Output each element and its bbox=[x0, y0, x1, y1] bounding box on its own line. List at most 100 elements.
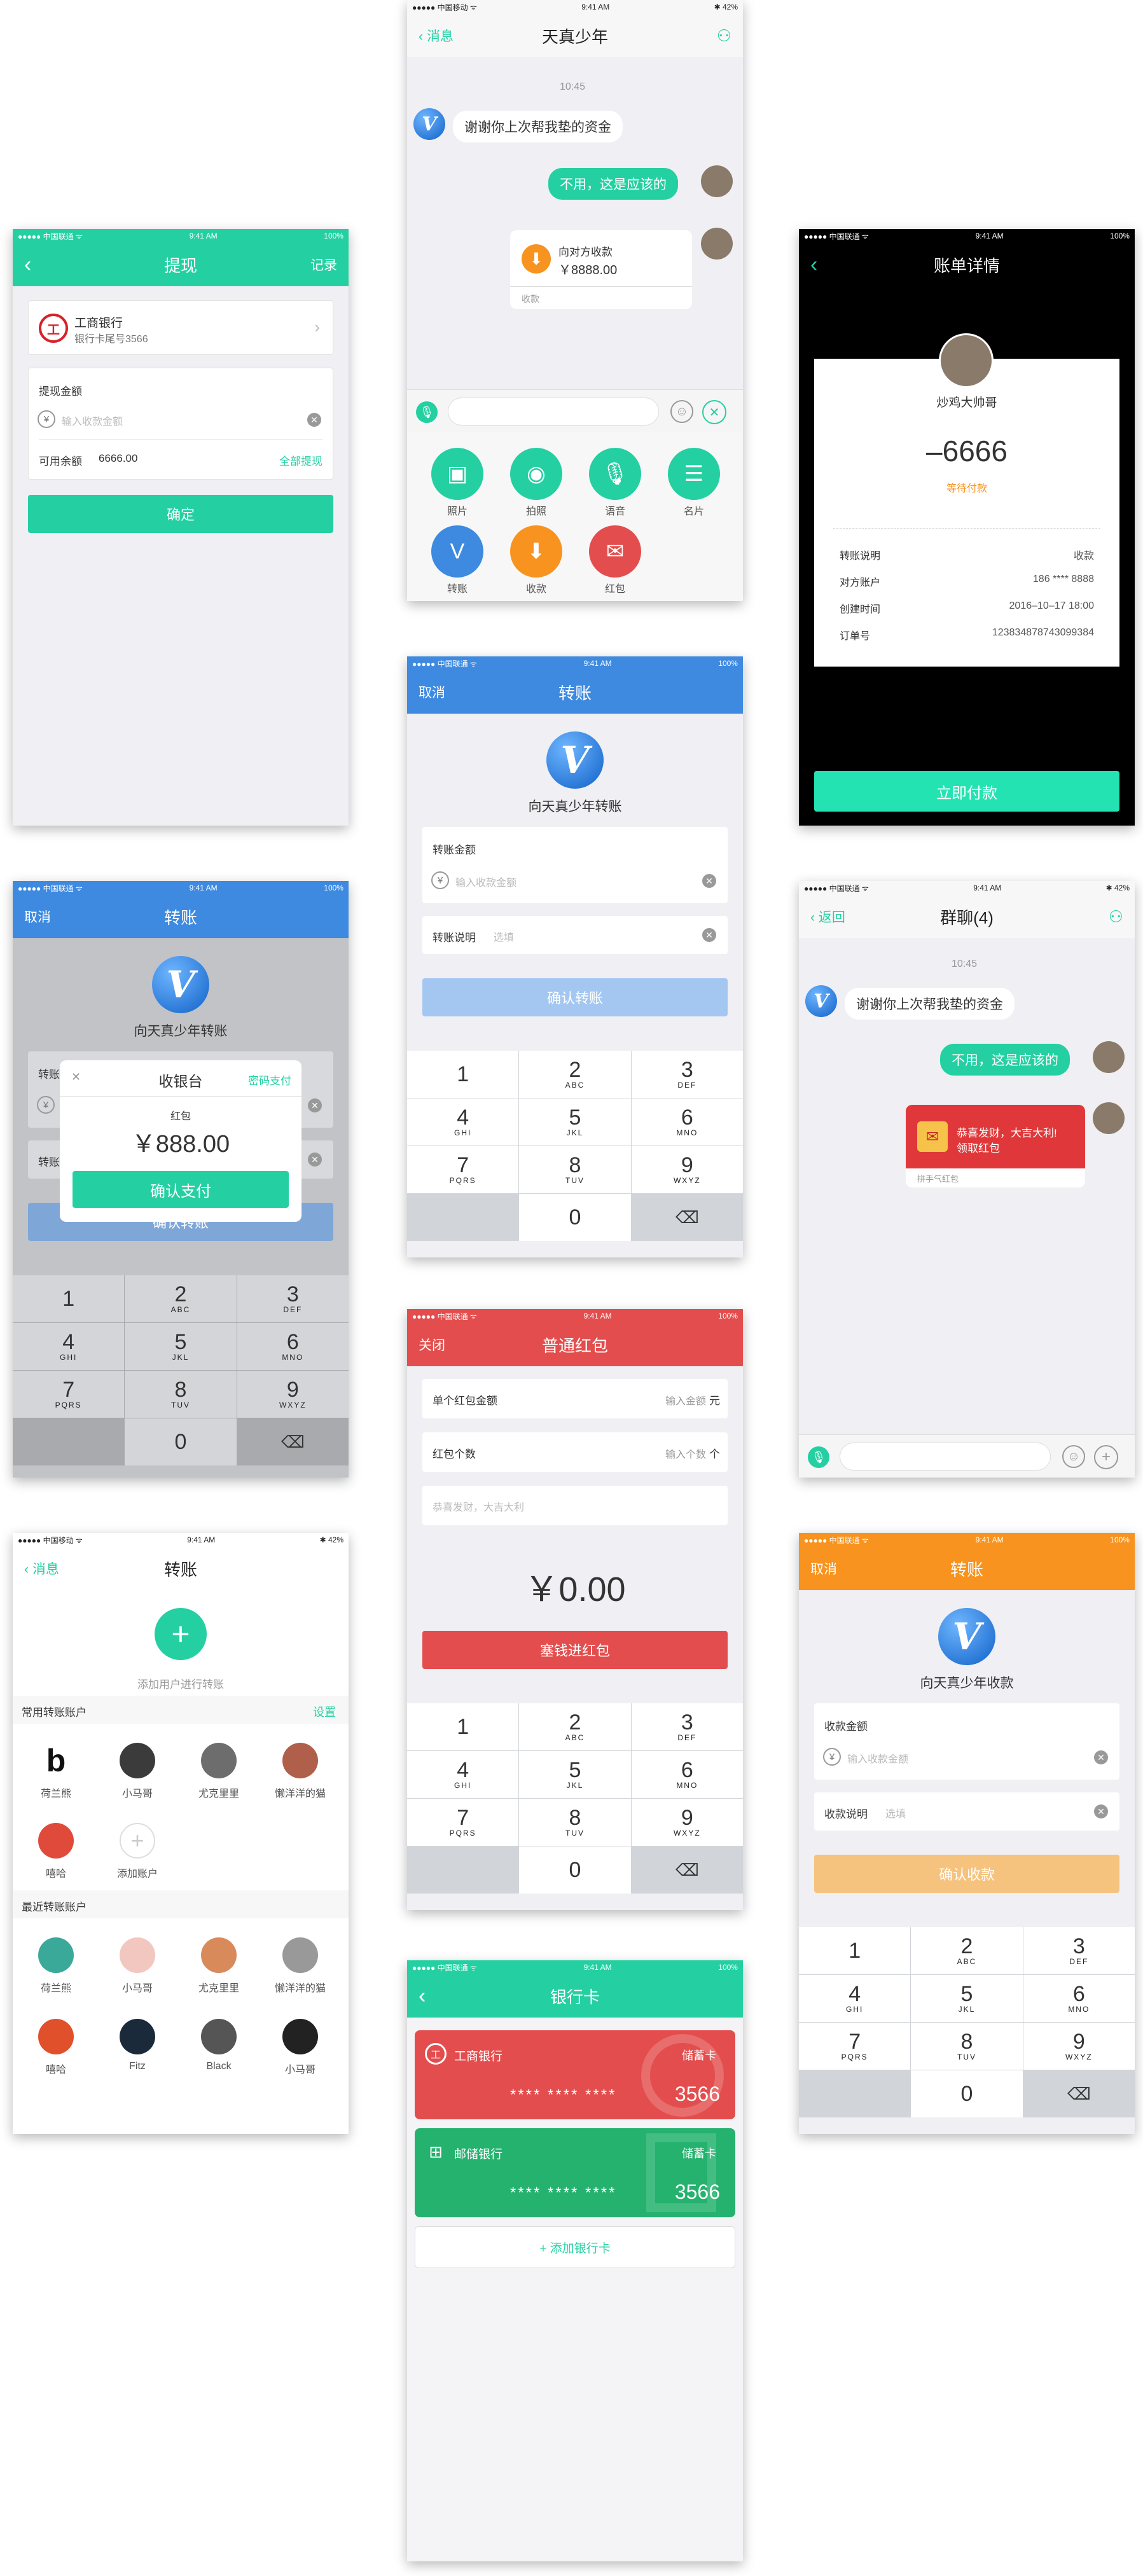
close-panel-icon[interactable]: ✕ bbox=[702, 400, 726, 424]
voice-tool[interactable]: 🎙 bbox=[589, 448, 641, 500]
key-3[interactable]: 3 DEF bbox=[631, 1051, 743, 1098]
single-amount-input[interactable]: 输入金额 bbox=[665, 1392, 706, 1408]
amount-input[interactable]: 输入收款金额 bbox=[455, 874, 516, 889]
red-packet-message[interactable]: ✉ 恭喜发财，大吉大利! 领取红包 拼手气红包 bbox=[906, 1105, 1085, 1188]
back-button[interactable]: ‹ 返回 bbox=[810, 907, 845, 926]
back-button[interactable]: ‹ 消息 bbox=[24, 1559, 59, 1578]
voice-icon[interactable]: 🎙 bbox=[416, 401, 438, 423]
key-4[interactable]: 4 GHI bbox=[799, 1975, 911, 2022]
key-9[interactable]: 9 WXYZ bbox=[631, 1146, 743, 1193]
contact-avatar[interactable] bbox=[201, 1937, 237, 1973]
receive-tool[interactable]: ⬇ bbox=[510, 525, 562, 578]
amount-input[interactable]: 输入收款金额 bbox=[62, 413, 123, 428]
key-6[interactable]: 6 MNO bbox=[1023, 1975, 1135, 2022]
key-8[interactable]: 8 TUV bbox=[125, 1371, 237, 1418]
clear-icon[interactable]: ✕ bbox=[1094, 1750, 1108, 1764]
key-2[interactable]: 2 ABC bbox=[519, 1051, 631, 1098]
my-avatar-2[interactable] bbox=[701, 228, 733, 260]
backspace-key[interactable]: ⌫ bbox=[631, 1846, 743, 1894]
back-icon[interactable]: ‹ bbox=[810, 253, 817, 277]
contact-avatar[interactable] bbox=[38, 1937, 74, 1973]
contact-avatar[interactable]: b bbox=[38, 1743, 74, 1778]
key-0[interactable]: 0 bbox=[911, 2070, 1023, 2117]
contact-avatar[interactable] bbox=[201, 2019, 237, 2054]
contact-avatar[interactable] bbox=[120, 1743, 155, 1778]
key-1[interactable]: 1 bbox=[407, 1051, 519, 1098]
contact-avatar[interactable] bbox=[120, 1937, 155, 1973]
key-6[interactable]: 6 MNO bbox=[631, 1751, 743, 1798]
key-5[interactable]: 5 JKL bbox=[125, 1323, 237, 1370]
confirm-receive-button[interactable]: 确认收款 bbox=[814, 1855, 1119, 1893]
confirm-pay-button[interactable]: 确认支付 bbox=[73, 1171, 289, 1208]
count-input[interactable]: 输入个数 bbox=[665, 1446, 706, 1461]
transfer-tool[interactable]: V bbox=[431, 525, 483, 578]
key-8[interactable]: 8 TUV bbox=[519, 1799, 631, 1846]
key-3[interactable]: 3 DEF bbox=[237, 1275, 349, 1322]
cancel-button[interactable]: 取消 bbox=[419, 682, 445, 702]
add-card-button[interactable]: + 添加银行卡 bbox=[415, 2226, 735, 2268]
camera-tool[interactable]: ◉ bbox=[510, 448, 562, 500]
back-button[interactable]: ‹ 消息 bbox=[419, 26, 454, 45]
key-5[interactable]: 5 JKL bbox=[911, 1975, 1023, 2022]
key-6[interactable]: 6 MNO bbox=[237, 1323, 349, 1370]
emoji-icon[interactable]: ☺ bbox=[1062, 1445, 1085, 1468]
backspace-key[interactable]: ⌫ bbox=[1023, 2070, 1135, 2117]
key-1[interactable]: 1 bbox=[799, 1927, 911, 1974]
profile-icon[interactable]: ⚇ bbox=[717, 26, 731, 46]
key-4[interactable]: 4 GHI bbox=[407, 1751, 519, 1798]
clear-icon[interactable]: ✕ bbox=[702, 874, 716, 888]
my-avatar-2[interactable] bbox=[1093, 1102, 1125, 1134]
key-0[interactable]: 0 bbox=[125, 1418, 237, 1465]
backspace-key[interactable]: ⌫ bbox=[237, 1418, 349, 1465]
key-7[interactable]: 7 PQRS bbox=[407, 1799, 519, 1846]
key-6[interactable]: 6 MNO bbox=[631, 1098, 743, 1146]
contact-avatar[interactable] bbox=[120, 2019, 155, 2054]
user-avatar[interactable]: V bbox=[413, 108, 445, 140]
key-9[interactable]: 9 WXYZ bbox=[1023, 2023, 1135, 2070]
key-2[interactable]: 2 ABC bbox=[519, 1703, 631, 1750]
cancel-button[interactable]: 取消 bbox=[810, 1559, 837, 1578]
contact-avatar[interactable] bbox=[282, 1937, 318, 1973]
key-2[interactable]: 2 ABC bbox=[911, 1927, 1023, 1974]
key-5[interactable]: 5 JKL bbox=[519, 1751, 631, 1798]
key-9[interactable]: 9 WXYZ bbox=[631, 1799, 743, 1846]
my-avatar[interactable] bbox=[701, 165, 733, 197]
emoji-icon[interactable]: ☺ bbox=[670, 400, 693, 423]
user-avatar[interactable]: V bbox=[805, 985, 837, 1017]
confirm-transfer-button[interactable]: 确认转账 bbox=[422, 978, 728, 1016]
clear-icon[interactable]: ✕ bbox=[307, 413, 321, 427]
clear-icon[interactable]: ✕ bbox=[702, 928, 716, 942]
payment-request-card[interactable]: ⬇ 向对方收款 ￥8888.00 收款 bbox=[510, 230, 692, 309]
key-3[interactable]: 3 DEF bbox=[1023, 1927, 1135, 1974]
bank-card-row[interactable]: 工 工商银行 银行卡尾号3566 › bbox=[28, 300, 333, 355]
close-button[interactable]: 关闭 bbox=[419, 1335, 445, 1354]
bank-card-icbc[interactable]: 工 工商银行 储蓄卡 **** **** **** 3566 bbox=[415, 2030, 735, 2119]
withdraw-all-link[interactable]: 全部提现 bbox=[279, 452, 322, 468]
note-input[interactable]: 选填 bbox=[885, 1805, 906, 1820]
contact-avatar[interactable] bbox=[282, 1743, 318, 1778]
key-9[interactable]: 9 WXYZ bbox=[237, 1371, 349, 1418]
key-7[interactable]: 7 PQRS bbox=[13, 1371, 125, 1418]
key-1[interactable]: 1 bbox=[407, 1703, 519, 1750]
message-input[interactable] bbox=[448, 398, 659, 426]
red-packet-tool[interactable]: ✉ bbox=[589, 525, 641, 578]
key-1[interactable]: 1 bbox=[13, 1275, 125, 1322]
add-user-button[interactable]: + bbox=[155, 1608, 207, 1660]
key-0[interactable]: 0 bbox=[519, 1194, 631, 1241]
amount-input[interactable]: 输入收款金额 bbox=[847, 1750, 908, 1766]
message-input[interactable] bbox=[840, 1443, 1051, 1471]
key-4[interactable]: 4 GHI bbox=[407, 1098, 519, 1146]
record-link[interactable]: 记录 bbox=[310, 255, 337, 274]
photo-tool[interactable]: ▣ bbox=[431, 448, 483, 500]
single-amount-row[interactable]: 单个红包金额 输入金额 元 bbox=[422, 1379, 728, 1418]
my-avatar[interactable] bbox=[1093, 1041, 1125, 1073]
submit-button[interactable]: 塞钱进红包 bbox=[422, 1631, 728, 1669]
password-pay-link[interactable]: 密码支付 bbox=[248, 1072, 291, 1088]
contact-avatar[interactable] bbox=[38, 2019, 74, 2054]
contact-avatar[interactable] bbox=[282, 2019, 318, 2054]
cancel-button[interactable]: 取消 bbox=[24, 907, 51, 926]
key-3[interactable]: 3 DEF bbox=[631, 1703, 743, 1750]
key-7[interactable]: 7 PQRS bbox=[407, 1146, 519, 1193]
key-5[interactable]: 5 JKL bbox=[519, 1098, 631, 1146]
key-0[interactable]: 0 bbox=[519, 1846, 631, 1894]
